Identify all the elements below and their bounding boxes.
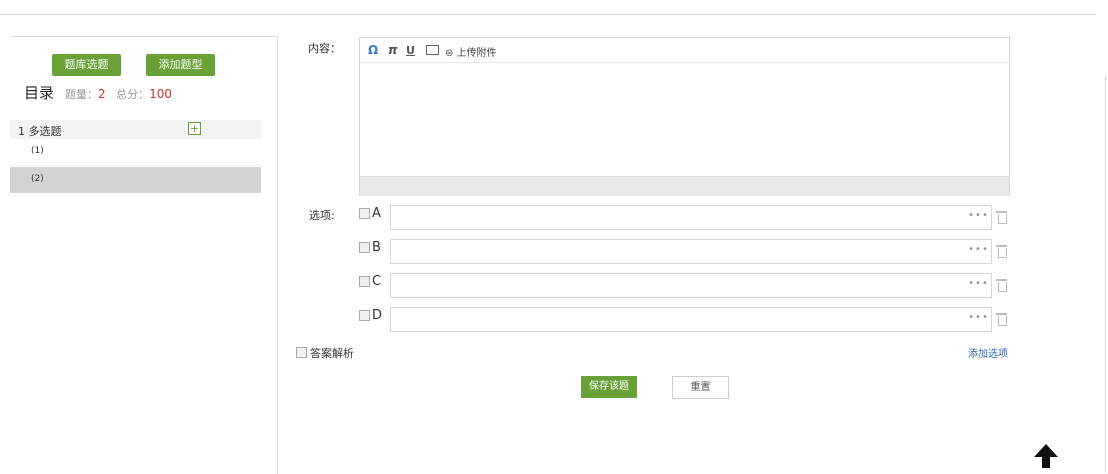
option-d-input[interactable] — [390, 307, 967, 332]
right-scroll-edge — [1105, 76, 1106, 473]
count-label: 题量： — [65, 88, 98, 101]
score-value: 100 — [149, 87, 173, 101]
question-item-label: (1) — [31, 146, 44, 156]
section-multiple-choice[interactable]: 1 多选题 + — [10, 120, 261, 139]
trash-icon[interactable] — [996, 313, 1007, 326]
option-d-more-button[interactable]: ••• — [966, 307, 992, 332]
content-edit-area[interactable] — [360, 63, 1009, 176]
option-a-letter: A — [372, 206, 381, 221]
catalog-stats: 题量：2 总分：100 — [65, 86, 172, 102]
question-item-2[interactable]: (2) — [10, 167, 261, 193]
option-c-letter: C — [372, 274, 382, 289]
options-label: 选项: — [309, 209, 335, 222]
plus-icon[interactable]: + — [188, 122, 201, 135]
trash-icon[interactable] — [996, 279, 1007, 292]
option-b-letter: B — [372, 240, 381, 255]
image-icon[interactable] — [426, 45, 439, 55]
catalog-title: 目录 — [24, 84, 55, 102]
option-c-checkbox[interactable] — [359, 276, 370, 287]
omega-symbol-icon[interactable]: Ω — [368, 43, 378, 57]
score-label: 总分： — [116, 88, 150, 101]
option-c-more-button[interactable]: ••• — [966, 273, 992, 298]
option-a-checkbox[interactable] — [359, 208, 370, 219]
section-label: 1 多选题 — [18, 125, 62, 138]
option-b-input[interactable] — [390, 239, 967, 264]
editor-statusbar — [360, 176, 1009, 196]
pi-symbol-icon[interactable]: π — [388, 43, 398, 57]
content-label: 内容： — [308, 42, 341, 55]
option-c-input[interactable] — [390, 273, 967, 298]
content-editor: Ω π U ⊜ 上传附件 — [359, 37, 1010, 196]
option-b-checkbox[interactable] — [359, 242, 370, 253]
reset-button[interactable]: 重置 — [672, 376, 729, 399]
catalog-sidebar: 题库选题 添加题型 目录 题量：2 总分：100 1 多选题 + (1) (2) — [10, 36, 278, 474]
question-item-1[interactable]: (1) — [10, 139, 261, 166]
upload-attachment-button[interactable]: ⊜ 上传附件 — [445, 44, 497, 59]
option-d-checkbox[interactable] — [359, 310, 370, 321]
trash-icon[interactable] — [996, 245, 1007, 258]
option-b-more-button[interactable]: ••• — [966, 239, 992, 264]
count-value: 2 — [98, 87, 106, 101]
arrow-up-icon[interactable] — [1033, 442, 1059, 470]
trash-icon[interactable] — [996, 211, 1007, 224]
option-a-more-button[interactable]: ••• — [966, 205, 992, 230]
question-item-label: (2) — [31, 174, 44, 184]
underline-icon[interactable]: U — [406, 44, 415, 57]
question-bank-button[interactable]: 题库选题 — [52, 54, 121, 76]
add-option-link[interactable]: 添加选项 — [968, 345, 1008, 360]
add-question-type-button[interactable]: 添加题型 — [146, 54, 215, 76]
editor-toolbar: Ω π U ⊜ 上传附件 — [360, 38, 1009, 63]
top-divider — [0, 14, 1096, 15]
option-a-input[interactable] — [390, 205, 967, 230]
answer-analysis-label: 答案解析 — [310, 347, 354, 360]
option-d-letter: D — [372, 308, 383, 323]
save-question-button[interactable]: 保存该题 — [581, 376, 637, 398]
answer-analysis-checkbox[interactable] — [296, 347, 307, 358]
